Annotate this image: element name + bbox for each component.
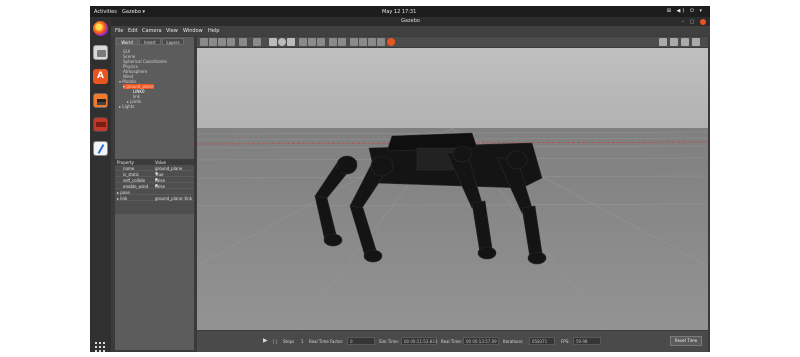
system-tray[interactable]: ⊞ ◀) ⏻ ▾ [667, 8, 704, 14]
property-name: enable_wind [123, 184, 149, 189]
table-row[interactable]: self_collide False [115, 178, 194, 183]
table-row[interactable]: ▸ link ground_plane::link [115, 196, 194, 201]
window-controls[interactable]: – ▢ [682, 18, 706, 25]
sim-time-label: Sim Time: [379, 339, 399, 344]
property-name: is_static [123, 172, 140, 177]
undo-icon[interactable] [239, 38, 247, 46]
scene-render [197, 48, 708, 330]
property-name: ▸ link [117, 196, 128, 201]
window-title: Gazebo [401, 18, 420, 24]
menu-window[interactable]: Window [183, 28, 203, 34]
sky [197, 48, 708, 128]
table-row[interactable]: is_static True [115, 172, 194, 177]
terminal-icon[interactable] [93, 117, 108, 132]
property-col-header: Property [117, 160, 134, 165]
property-value: ground_plane::link [155, 196, 193, 201]
snap-icon[interactable] [359, 38, 367, 46]
property-header: Property Value [115, 159, 194, 165]
select-icon[interactable] [200, 38, 208, 46]
firefox-icon[interactable] [93, 21, 108, 36]
translate-icon[interactable] [209, 38, 217, 46]
checkbox-label: True [155, 172, 164, 177]
iterations-field: 658371 [529, 337, 555, 345]
app-menu[interactable]: Gazebo ▾ [122, 9, 145, 15]
software-store-icon[interactable] [93, 69, 108, 84]
play-icon[interactable]: ▶ [263, 337, 268, 344]
plot-icon[interactable] [681, 38, 689, 46]
window-titlebar[interactable]: Gazebo – ▢ [111, 17, 710, 26]
tab-insert[interactable]: Insert [139, 38, 161, 45]
text-editor-icon[interactable] [93, 141, 108, 156]
directional-light-icon[interactable] [317, 38, 325, 46]
property-value: ground_plane [155, 166, 183, 171]
property-name: name [123, 166, 135, 171]
cylinder-shape-icon[interactable] [287, 38, 295, 46]
rtf-label: Real Time Factor: [309, 339, 344, 344]
audio-icon[interactable] [377, 38, 385, 46]
spot-light-icon[interactable] [308, 38, 316, 46]
menu-view[interactable]: View [166, 28, 178, 34]
log-icon[interactable] [670, 38, 678, 46]
checkbox-label: False [155, 184, 166, 189]
menu-edit[interactable]: Edit [128, 28, 138, 34]
menu-camera[interactable]: Camera [142, 28, 162, 34]
scene-viewport[interactable] [197, 48, 708, 330]
world-tree: GUI Scene Spherical Coordinates Physics … [115, 46, 194, 156]
gazebo-window: Gazebo – ▢ File Edit Camera View Window … [111, 17, 710, 352]
property-table: Property Value name ground_plane is_stat… [115, 159, 194, 214]
checkbox-label: False [155, 178, 166, 183]
real-time-label: Real Time: [441, 339, 463, 344]
menu-bar: File Edit Camera View Window Help [111, 26, 710, 36]
close-button[interactable] [700, 18, 706, 25]
activities-button[interactable]: Activities [94, 9, 117, 15]
table-row[interactable]: ▸ pose [115, 190, 194, 195]
menu-file[interactable]: File [115, 28, 123, 34]
value-col-header: Value [155, 160, 166, 165]
gazebo-icon[interactable] [93, 93, 108, 108]
fps-field: 59.98 [573, 337, 601, 345]
table-row[interactable]: enable_wind False [115, 184, 194, 189]
left-panel: World Insert Layers GUI Scene Spherical … [115, 37, 194, 350]
desktop-screen: Activities Gazebo ▾ May 12 17:31 ⊞ ◀) ⏻ … [90, 6, 710, 352]
steps-value[interactable]: 1 [301, 339, 304, 344]
show-apps-icon[interactable] [95, 342, 106, 352]
fps-label: FPS: [561, 339, 570, 344]
tab-world[interactable]: World [116, 38, 138, 45]
record-icon[interactable] [387, 38, 395, 46]
change-view-icon[interactable] [368, 38, 376, 46]
gnome-top-bar: Activities Gazebo ▾ May 12 17:31 ⊞ ◀) ⏻ … [90, 6, 710, 17]
point-light-icon[interactable] [299, 38, 307, 46]
iterations-label: Iterations: [503, 339, 524, 344]
reset-time-button[interactable]: Reset Time [670, 336, 702, 346]
paste-icon[interactable] [338, 38, 346, 46]
pause-icon[interactable]: ▏▏ [273, 339, 279, 344]
scene-toolbar [197, 37, 708, 47]
steps-label: Steps [283, 339, 295, 344]
minimize-maximize-buttons[interactable]: – ▢ [682, 19, 697, 25]
sim-time-field: 00 00:11:53.833 [401, 337, 437, 345]
tree-item-lights[interactable]: ▸ Lights [119, 104, 134, 109]
scale-icon[interactable] [227, 38, 235, 46]
table-row[interactable]: name ground_plane [115, 166, 194, 171]
copy-icon[interactable] [329, 38, 337, 46]
screenshot-icon[interactable] [659, 38, 667, 46]
sphere-shape-icon[interactable] [278, 38, 286, 46]
property-name: ▸ pose [117, 190, 130, 195]
tab-layers[interactable]: Layers [162, 38, 184, 45]
property-name: self_collide [123, 178, 146, 183]
redo-icon[interactable] [253, 38, 261, 46]
status-bar: ▶ ▏▏ Steps 1 Real Time Factor: 0 Sim Tim… [197, 331, 708, 352]
clock[interactable]: May 12 17:31 [382, 9, 416, 15]
menu-help[interactable]: Help [208, 28, 219, 34]
align-icon[interactable] [350, 38, 358, 46]
dock [90, 17, 111, 352]
video-record-icon[interactable] [692, 38, 700, 46]
files-icon[interactable] [93, 45, 108, 60]
panel-tabs: World Insert Layers [115, 37, 194, 45]
real-time-field: 00 00:13:57.09 [463, 337, 499, 345]
rotate-icon[interactable] [218, 38, 226, 46]
rtf-field: 0 [347, 337, 375, 345]
box-shape-icon[interactable] [269, 38, 277, 46]
